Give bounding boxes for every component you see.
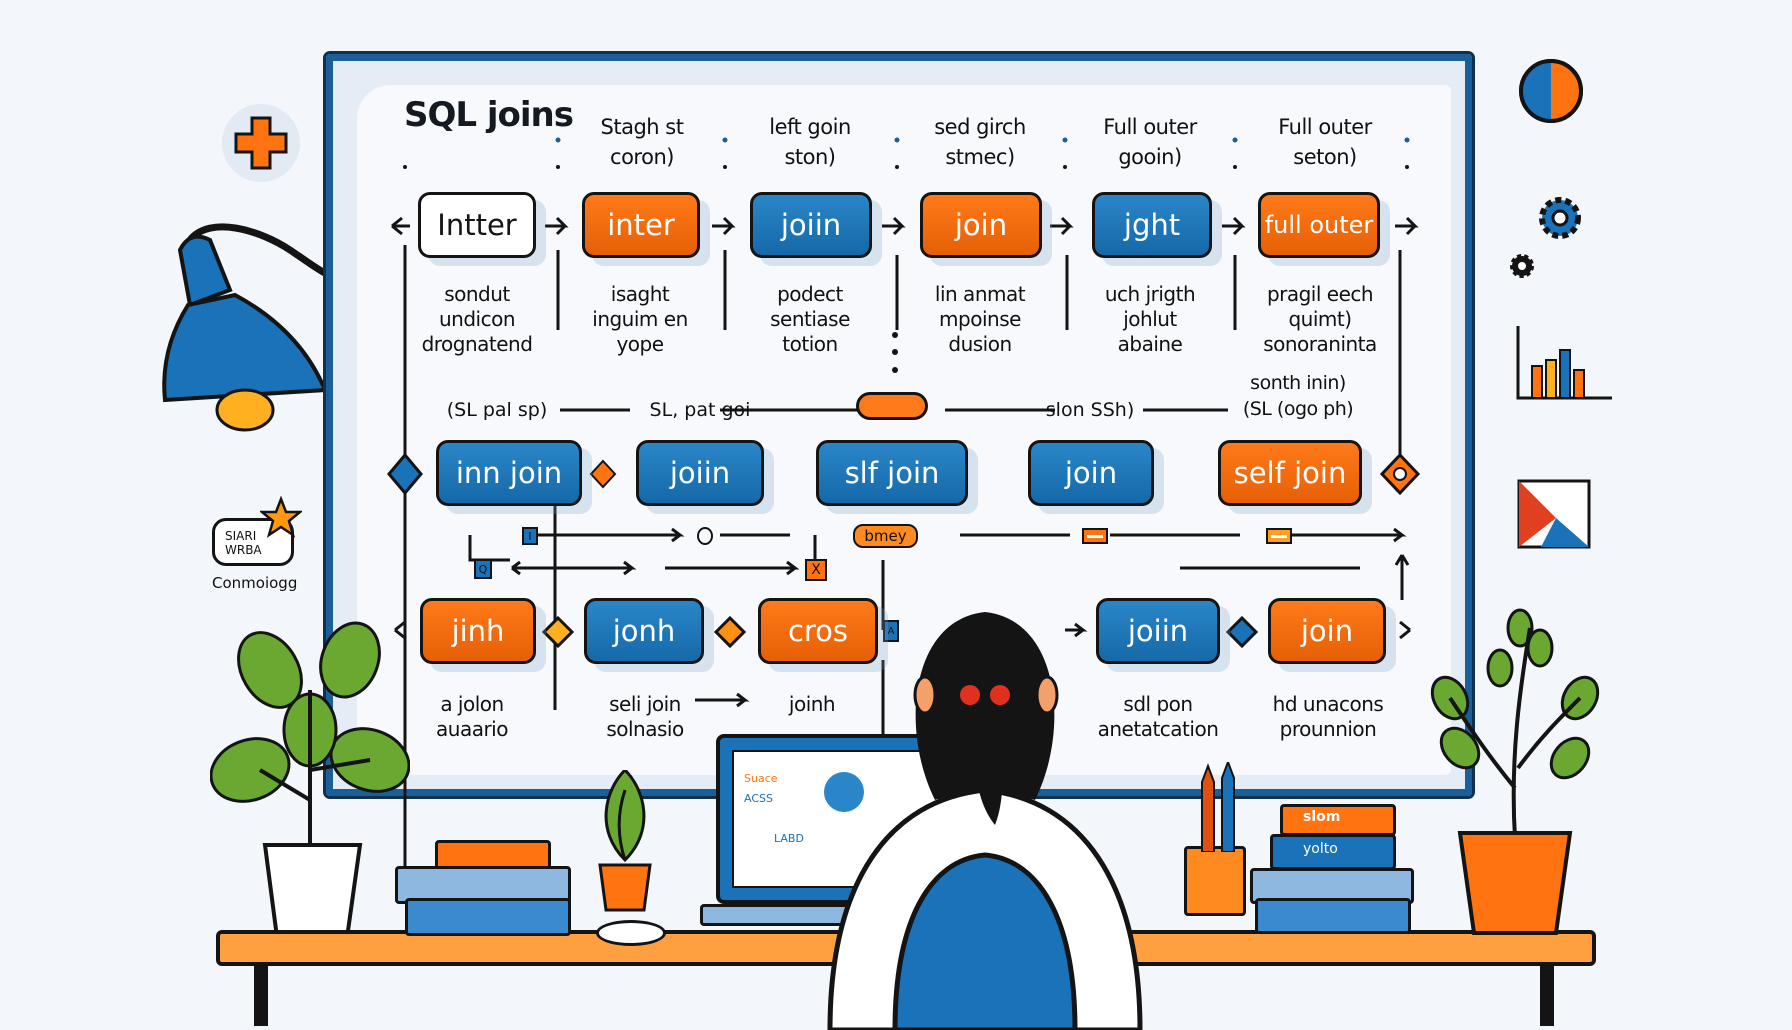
connector-label: SL, pat goi <box>649 399 751 421</box>
column-header: sed girch stmec) <box>934 115 1026 169</box>
column-header: left goin ston) <box>769 115 851 169</box>
minus-tag[interactable] <box>1266 528 1292 544</box>
potted-plant-left <box>210 621 410 940</box>
connector-label: sonth inin) (SL (ogo ph) <box>1242 372 1354 420</box>
star-icon <box>260 496 302 538</box>
join-node-jinh[interactable]: jinh <box>420 598 536 664</box>
person-at-desk <box>827 612 1143 1030</box>
pencil-cup <box>1184 846 1246 916</box>
node-caption: isaght inguim en yope <box>592 282 688 356</box>
node-caption: sondut undicon drognatend <box>421 282 533 356</box>
join-node-joiin[interactable]: joiin <box>750 192 872 258</box>
bar-chart-icon <box>1516 326 1612 400</box>
join-node-inter[interactable]: inter <box>582 192 700 258</box>
node-caption: hd unacons prounnion <box>1272 692 1384 741</box>
node-caption: pragil eech quimt) sonoraninta <box>1263 282 1377 356</box>
join-node-jonh[interactable]: jonh <box>584 598 704 664</box>
gear-icon <box>1539 197 1581 239</box>
pencils <box>1201 762 1235 852</box>
join-node-jght[interactable]: jght <box>1092 192 1212 258</box>
circle-node <box>697 527 713 545</box>
node-caption: lin anmat mpoinse dusion <box>934 282 1026 356</box>
join-node-full-outer[interactable]: full outer <box>1258 192 1380 258</box>
book-stack-right: slom yolto <box>1250 804 1414 934</box>
left-caption: Conmoiogg <box>212 574 298 592</box>
join-node-inn-join[interactable]: inn join <box>436 440 582 506</box>
join-node-join-2[interactable]: join <box>1028 440 1154 506</box>
desk-leg <box>254 966 268 1026</box>
column-header: Full outer seton) <box>1278 115 1372 169</box>
connector-label: slon SSh) <box>1045 399 1135 421</box>
desk-leg <box>1540 966 1554 1026</box>
potted-plant-right <box>1430 608 1600 935</box>
small-gear-icon <box>1510 254 1534 278</box>
node-caption: seli join solnasio <box>606 692 684 741</box>
join-node-intter[interactable]: Intter <box>418 192 536 258</box>
column-header: Stagh st coron) <box>600 115 684 169</box>
join-node-slf-join[interactable]: slf join <box>816 440 968 506</box>
join-node-self-join[interactable]: self join <box>1218 440 1362 506</box>
book-label: yolto <box>1303 841 1338 857</box>
node-caption: uch jrigth johlut abaine <box>1104 282 1196 356</box>
column-header: Full outer gooin) <box>1103 115 1197 169</box>
node-caption: a jolon auaario <box>436 692 508 741</box>
pie-chart-icon <box>1519 59 1583 123</box>
join-node-join[interactable]: join <box>920 192 1042 258</box>
join-node-join-3[interactable]: join <box>1268 598 1386 664</box>
connector-label: (SL pal sp) <box>446 399 548 421</box>
abstract-shape-icon <box>1517 479 1591 549</box>
potted-plant-small <box>598 770 652 912</box>
join-node-joiin-2[interactable]: joiin <box>636 440 764 506</box>
tag-q[interactable]: Q <box>474 559 492 579</box>
connector-pill-bmey[interactable]: bmey <box>853 524 918 548</box>
laptop-screen-text: Suace <box>744 772 778 785</box>
minus-tag[interactable] <box>1082 528 1108 544</box>
tag-i[interactable]: I <box>522 527 538 545</box>
laptop-screen-text: ACSS <box>744 792 773 805</box>
book-stack-left <box>395 840 575 936</box>
connector-pill[interactable] <box>856 392 928 420</box>
node-caption: podect sentiase totion <box>770 282 850 356</box>
book-label: slom <box>1303 809 1341 825</box>
mouse <box>596 920 666 946</box>
